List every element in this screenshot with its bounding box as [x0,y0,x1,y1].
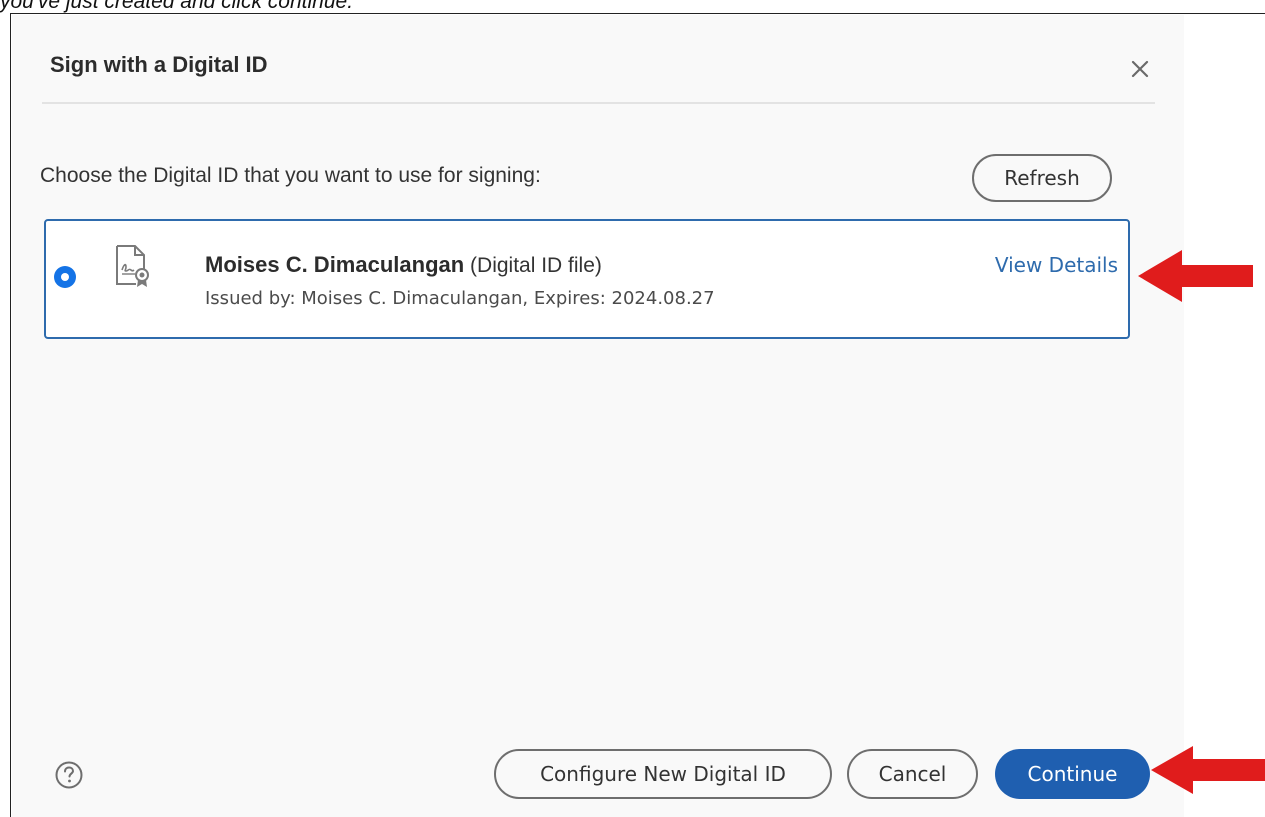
certificate-icon [116,245,149,287]
cancel-button[interactable]: Cancel [847,749,978,799]
configure-new-digital-id-button[interactable]: Configure New Digital ID [494,749,832,799]
continue-button[interactable]: Continue [995,749,1150,799]
red-arrow-icon [1138,250,1253,302]
choose-id-label: Choose the Digital ID that you want to u… [40,164,541,187]
page: you've just created and click continue. … [0,0,1265,817]
red-arrow-icon [1151,746,1265,794]
help-icon[interactable] [54,760,84,790]
digital-id-option[interactable]: Moises C. Dimaculangan (Digital ID file)… [44,219,1130,339]
close-icon[interactable] [1127,56,1153,82]
refresh-button[interactable]: Refresh [972,154,1112,202]
digital-id-title: Moises C. Dimaculangan (Digital ID file) [205,252,602,278]
title-divider [42,102,1155,104]
digital-id-issued: Issued by: Moises C. Dimaculangan, Expir… [205,288,715,309]
view-details-link[interactable]: View Details [995,253,1118,277]
digital-id-type: (Digital ID file) [470,254,602,277]
sign-digital-id-dialog: Sign with a Digital ID Choose the Digita… [12,15,1184,817]
instruction-caption: you've just created and click continue. [0,0,354,13]
digital-id-name: Moises C. Dimaculangan [205,252,465,277]
dialog-title: Sign with a Digital ID [50,52,268,77]
digital-id-radio[interactable] [54,266,76,288]
